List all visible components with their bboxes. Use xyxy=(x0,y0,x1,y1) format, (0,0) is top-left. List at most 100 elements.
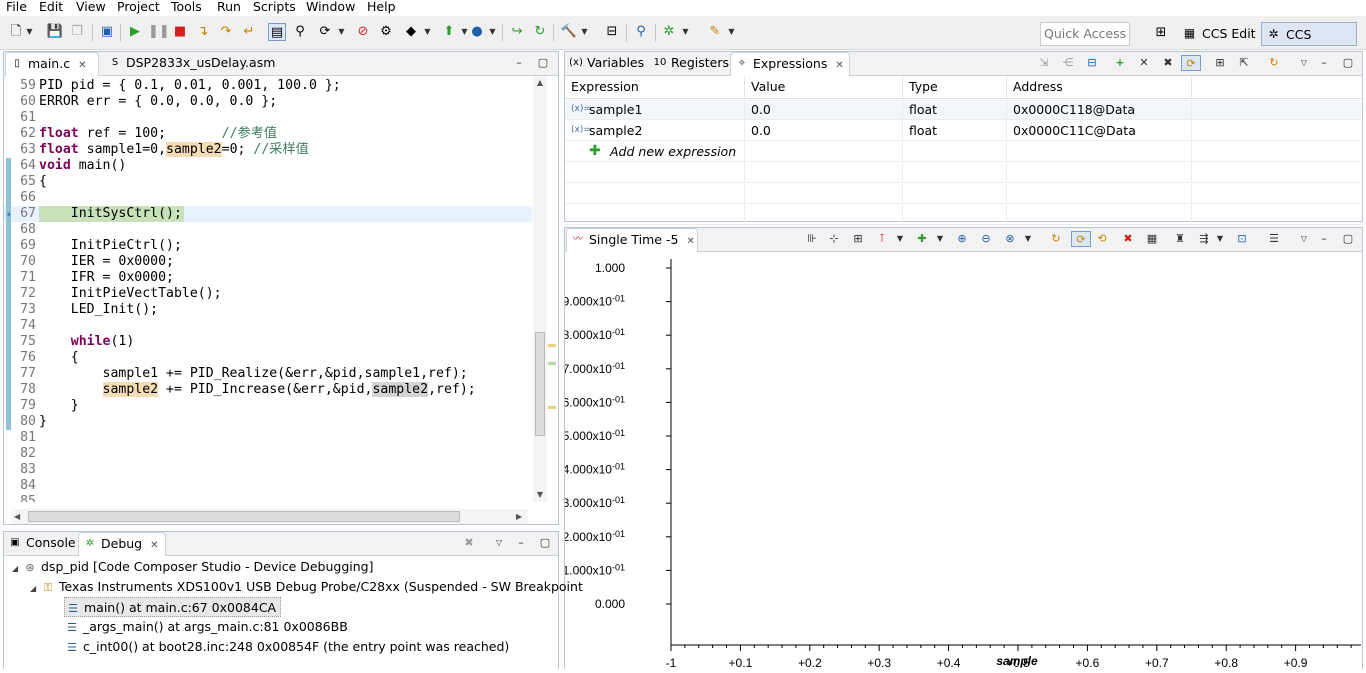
scroll-up-icon[interactable]: ▲ xyxy=(533,78,547,88)
code-editor[interactable]: 59 PID pid = { 0.1, 0.01, 0.001, 100.0 };… xyxy=(4,76,532,502)
column-type[interactable]: Type xyxy=(903,77,1007,99)
scroll-right-icon[interactable]: ▶ xyxy=(516,509,526,524)
tab-single-time[interactable]: 〰 Single Time -5 ✕ xyxy=(566,228,698,252)
link-icon[interactable]: ⚲ xyxy=(291,23,309,41)
step-over-icon[interactable]: ↷ xyxy=(217,23,235,41)
chevron-down-icon[interactable]: ▼ xyxy=(580,23,589,41)
reset-graph-icon[interactable]: ✖ xyxy=(1121,231,1135,247)
minimize-icon[interactable]: – xyxy=(514,535,528,551)
cursor-icon[interactable]: ⊹ xyxy=(827,231,841,247)
save-icon[interactable]: 💾 xyxy=(46,23,64,41)
menu-view[interactable]: View xyxy=(76,0,106,16)
refresh-icon[interactable]: ↻ xyxy=(531,23,549,41)
tab-main-c[interactable]: ▯ main.c ✕ xyxy=(5,52,99,76)
suspend-icon[interactable]: ❚❚ xyxy=(148,23,170,41)
measure-icon[interactable]: ⊞ xyxy=(851,231,865,247)
tab-console[interactable]: ▣ Console xyxy=(4,532,76,556)
menu-help[interactable]: Help xyxy=(367,0,396,16)
collapse-icon[interactable]: ⇲ xyxy=(1037,55,1051,71)
settings-icon[interactable]: ⇶ xyxy=(1197,231,1211,247)
chevron-down-icon[interactable]: ▼ xyxy=(337,23,346,41)
debug-tree-node[interactable]: ☰ c_int00() at boot28.inc:248 0x00854F (t… xyxy=(64,637,509,657)
add-expression-row[interactable]: Add new expression ✚ xyxy=(565,142,1361,162)
column-address[interactable]: Address xyxy=(1007,77,1192,99)
save-all-icon[interactable]: ❐ xyxy=(68,23,86,41)
menu-window[interactable]: Window xyxy=(306,0,355,16)
column-expression[interactable]: Expression xyxy=(565,77,745,99)
maximize-icon[interactable]: ▢ xyxy=(1341,55,1355,71)
menu-file[interactable]: File xyxy=(6,0,27,16)
close-icon[interactable]: ✕ xyxy=(686,236,694,247)
debug-tree-node[interactable]: ◢ ⚿ Texas Instruments XDS100v1 USB Debug P… xyxy=(30,577,583,597)
chevron-down-icon[interactable]: ▼ xyxy=(25,23,34,41)
binoculars-icon[interactable]: ♜ xyxy=(1173,231,1187,247)
chevron-down-icon[interactable]: ▼ xyxy=(1021,231,1035,247)
tab-dsp2833x-usdelay[interactable]: S DSP2833x_usDelay.asm xyxy=(104,52,276,76)
zoom-in-icon[interactable]: ⊕ xyxy=(955,231,969,247)
expand-arrow-icon[interactable]: ◢ xyxy=(30,579,40,599)
chevron-down-icon[interactable]: ▼ xyxy=(933,231,947,247)
menu-edit[interactable]: Edit xyxy=(39,0,63,16)
properties-icon[interactable]: ⊡ xyxy=(1235,231,1249,247)
debug-tree-node[interactable]: ☰ _args_main() at args_main.c:81 0x0086BB xyxy=(64,617,348,637)
scroll-thumb[interactable] xyxy=(535,332,545,436)
chevron-down-icon[interactable]: ▼ xyxy=(893,231,907,247)
wand-icon[interactable]: ✎ xyxy=(706,23,724,41)
load-icon[interactable]: ⬆ xyxy=(440,23,458,41)
step-into-icon[interactable]: ↴ xyxy=(194,23,212,41)
sync-icon[interactable]: ⟲ xyxy=(1095,231,1109,247)
search-icon[interactable]: ⚲ xyxy=(632,23,650,41)
scroll-left-icon[interactable]: ◀ xyxy=(14,509,24,524)
scroll-down-icon[interactable]: ▼ xyxy=(533,490,547,500)
ccs-edit-perspective[interactable]: ▦ CCS Edit xyxy=(1178,22,1256,46)
menu-scripts[interactable]: Scripts xyxy=(253,0,296,16)
tab-registers[interactable]: 10 Registers xyxy=(649,52,729,76)
expression-row[interactable]: sample1 (x)= 0.0 float 0x0000C118@Data xyxy=(565,100,1361,120)
export-icon[interactable]: ⇱ xyxy=(1237,55,1251,71)
minimize-icon[interactable]: – xyxy=(512,55,526,71)
debug-tree-node[interactable]: ☰ main() at main.c:67 0x0084CA xyxy=(64,597,282,617)
maximize-icon[interactable]: ▢ xyxy=(536,55,550,71)
debug-tree[interactable]: ◢ ⊛ dsp_pid [Code Composer Studio - Device… xyxy=(4,557,583,670)
run-to-icon[interactable]: ↪ xyxy=(508,23,526,41)
chevron-down-icon[interactable]: ▼ xyxy=(1213,231,1227,247)
zoom-out-icon[interactable]: ⊖ xyxy=(979,231,993,247)
chevron-down-icon[interactable]: ▼ xyxy=(423,23,432,41)
marker-icon[interactable]: ⊺ xyxy=(875,231,889,247)
chevron-down-icon[interactable]: ▼ xyxy=(488,23,497,41)
hammer-icon[interactable]: 🔨 xyxy=(560,23,578,41)
chip-icon[interactable]: ◆ xyxy=(402,23,420,41)
new-icon[interactable]: 🗋 xyxy=(7,23,25,41)
tab-debug[interactable]: ✲ Debug ✕ xyxy=(78,532,166,556)
close-icon[interactable]: ✕ xyxy=(150,540,158,551)
toggle-icon[interactable]: ▤ xyxy=(268,23,286,41)
add-icon[interactable]: + xyxy=(1113,55,1127,71)
add-cursor-icon[interactable]: ✚ xyxy=(915,231,929,247)
select-all-icon[interactable]: ⊟ xyxy=(1085,55,1099,71)
debug-tree-node[interactable]: ◢ ⊛ dsp_pid [Code Composer Studio - Device… xyxy=(12,557,374,577)
expand-arrow-icon[interactable]: ◢ xyxy=(12,559,22,579)
debug-view-icon[interactable]: ▣ xyxy=(98,23,116,41)
maximize-icon[interactable]: ▢ xyxy=(1341,231,1355,247)
remove-terminated-icon[interactable]: ✖ xyxy=(462,535,476,551)
window-icon[interactable]: ⊟ xyxy=(603,23,621,41)
resume-icon[interactable]: ▶ xyxy=(126,23,144,41)
chevron-down-icon[interactable]: ▼ xyxy=(727,23,736,41)
horizontal-scrollbar[interactable]: ◀ ▶ xyxy=(12,509,528,524)
export-icon[interactable]: ▦ xyxy=(1145,231,1159,247)
flash-icon[interactable]: ● xyxy=(468,23,486,41)
column-value[interactable]: Value xyxy=(745,77,903,99)
close-icon[interactable]: ✕ xyxy=(78,60,86,71)
zoom-fit-icon[interactable]: ⊗ xyxy=(1003,231,1017,247)
layout-icon[interactable]: ☰ xyxy=(1267,231,1281,247)
step-return-icon[interactable]: ↵ xyxy=(240,23,258,41)
remove-icon[interactable]: ✕ xyxy=(1137,55,1151,71)
scroll-thumb[interactable] xyxy=(28,511,460,522)
refresh-icon[interactable]: ⟳ xyxy=(1181,55,1201,71)
view-menu-icon[interactable]: ▽ xyxy=(1297,55,1311,71)
align-icon[interactable]: ⊪ xyxy=(805,231,819,247)
tab-variables[interactable]: (x) Variables xyxy=(565,52,645,76)
menu-project[interactable]: Project xyxy=(117,0,160,16)
terminate-icon[interactable]: ■ xyxy=(171,23,189,41)
minimize-icon[interactable]: – xyxy=(1317,231,1331,247)
